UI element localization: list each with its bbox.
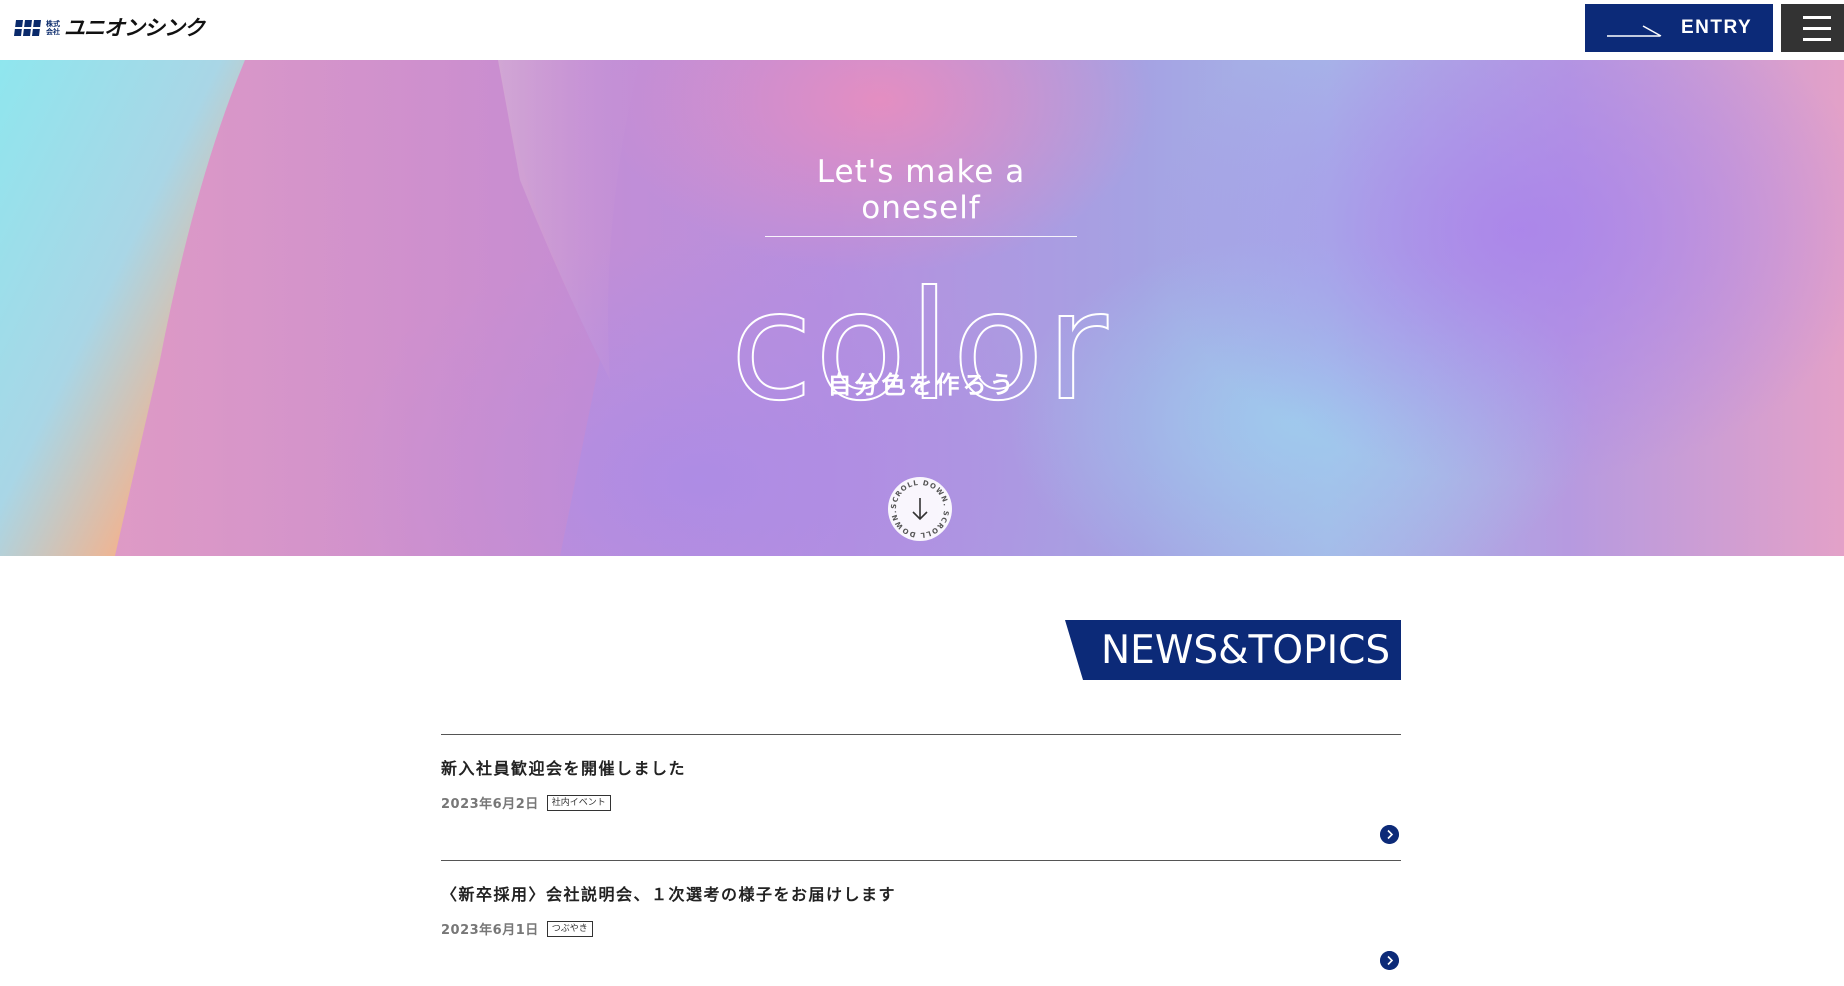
news-item[interactable]: 新入社員歓迎会を開催しました 2023年6月2日 社内イベント [441,734,1401,860]
logo-sub-line-1: 株式 [46,20,60,28]
chevron-right-icon[interactable] [1380,951,1399,970]
entry-button[interactable]: ENTRY [1585,4,1773,52]
logo-sub-line-2: 会社 [46,28,60,36]
news-category-tag[interactable]: 社内イベント [546,794,611,811]
logo-mark-icon [14,20,42,36]
news-heading-text: NEWS&TOPICS [1101,628,1391,673]
news-title[interactable]: 新入社員歓迎会を開催しました [441,755,686,779]
news-item[interactable]: 〈新卒採用〉会社説明会、１次選考の様子をお届けします 2023年6月1日 つぶや… [441,860,1401,986]
hero-banner: Let's make a oneself color 自分色を作ろう SCROL… [0,60,1844,556]
news-meta: 2023年6月2日 社内イベント [441,793,611,812]
menu-button[interactable] [1781,4,1844,52]
entry-button-label: ENTRY [1681,17,1753,38]
hero-tagline: Let's make a oneself [765,154,1077,237]
company-logo[interactable]: 株式 会社 ユニオンシンク [14,16,205,40]
news-date: 2023年6月1日 [441,923,539,938]
news-topics-heading: NEWS&TOPICS [1065,620,1401,680]
news-category-tag[interactable]: つぶやき [546,920,593,937]
site-header: 株式 会社 ユニオンシンク ENTRY [0,0,1844,60]
scroll-down-button[interactable]: SCROLL DOWN. SCROLL DOWN. [887,476,953,542]
logo-wordmark: ユニオンシンク [64,16,205,40]
logo-subtext: 株式 会社 [46,20,60,36]
chevron-right-icon[interactable] [1380,825,1399,844]
news-meta: 2023年6月1日 つぶやき [441,919,593,938]
news-list: 新入社員歓迎会を開催しました 2023年6月2日 社内イベント 〈新卒採用〉会社… [441,734,1401,986]
hero-subtitle: 自分色を作ろう [827,371,1017,399]
news-title[interactable]: 〈新卒採用〉会社説明会、１次選考の様子をお届けします [441,881,896,905]
news-date: 2023年6月2日 [441,797,539,812]
arrow-right-icon [1607,25,1662,37]
